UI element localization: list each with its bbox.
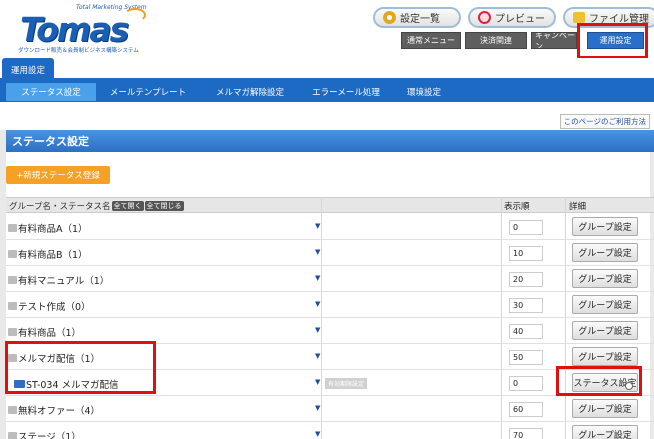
- expand-caret-icon[interactable]: ▼: [315, 404, 320, 412]
- table-header: グループ名・ステータス名 全て開く 全て閉じる 表示順 詳細: [6, 197, 654, 213]
- folder-icon: [8, 250, 17, 258]
- new-status-button[interactable]: +新規ステータス登録: [6, 166, 110, 184]
- folder-icon: [8, 302, 17, 310]
- group-name: テスト作成（0）: [18, 302, 91, 313]
- order-input[interactable]: 10: [509, 246, 543, 261]
- subnav-mail-template[interactable]: メールテンプレート: [100, 83, 196, 101]
- section-title: ステータス設定: [6, 130, 654, 152]
- campaign-button[interactable]: キャンペーン: [531, 32, 577, 49]
- collapse-all-button[interactable]: 全て閉じる: [144, 201, 184, 211]
- order-input[interactable]: 0: [509, 376, 543, 391]
- tab-operation-settings[interactable]: 運用設定: [2, 58, 54, 82]
- folder-icon: [8, 406, 17, 414]
- expand-caret-icon[interactable]: ▼: [315, 248, 320, 256]
- table-row: 無料オファー（4） ▼ 60 グループ設定: [6, 396, 654, 422]
- gear-icon: [383, 11, 396, 24]
- order-input[interactable]: 50: [509, 350, 543, 365]
- group-settings-button[interactable]: グループ設定: [572, 347, 638, 366]
- normal-menu-button[interactable]: 通常メニュー: [401, 32, 461, 49]
- sub-navigation: ステータス設定 メールテンプレート メルマガ解除設定 エラーメール処理 環境設定: [0, 82, 654, 102]
- order-input[interactable]: 20: [509, 272, 543, 287]
- expand-caret-icon[interactable]: ▼: [315, 300, 320, 308]
- table-row: ステージ（1） ▼ 70 グループ設定: [6, 422, 654, 439]
- group-name: 有料商品（1）: [18, 328, 82, 339]
- order-input[interactable]: 30: [509, 298, 543, 313]
- group-settings-button[interactable]: グループ設定: [572, 243, 638, 262]
- group-name: 無料オファー（4）: [18, 406, 101, 417]
- app-header: Total Marketing System Tomas ダウンロード販売＆会員…: [0, 0, 654, 59]
- group-settings-button[interactable]: グループ設定: [572, 217, 638, 236]
- status-tag: 有効期限設定: [325, 378, 368, 389]
- subnav-error-mail[interactable]: エラーメール処理: [304, 83, 388, 101]
- table-row: 有料商品A（1） ▼ 0 グループ設定: [6, 214, 654, 240]
- mouse-cursor-icon: [625, 382, 633, 390]
- group-settings-button[interactable]: グループ設定: [572, 399, 638, 418]
- group-name: 有料マニュアル（1）: [18, 276, 110, 287]
- folder-icon: [573, 12, 585, 23]
- order-input[interactable]: 0: [509, 220, 543, 235]
- preview-button[interactable]: プレビュー: [468, 7, 556, 28]
- help-area: このページのご利用方法: [0, 102, 654, 130]
- settings-list-button[interactable]: 設定一覧: [373, 7, 461, 28]
- table-row: 有料商品B（1） ▼ 10 グループ設定: [6, 240, 654, 266]
- payment-button[interactable]: 決済関連: [465, 32, 527, 49]
- expand-caret-icon[interactable]: ▼: [315, 274, 320, 282]
- folder-icon: [8, 328, 17, 336]
- group-name: 有料商品B（1）: [18, 250, 88, 261]
- folder-icon: [8, 276, 17, 284]
- expand-caret-icon[interactable]: ▼: [315, 352, 320, 360]
- logo-text: Tomas: [20, 10, 129, 49]
- logo-subtitle: ダウンロード販売＆会員制ビジネス構築システム: [18, 48, 139, 54]
- folder-icon: [8, 432, 17, 439]
- highlight-box: [556, 366, 642, 396]
- tab-bar: 運用設定: [0, 58, 654, 82]
- highlight-box: [577, 23, 648, 59]
- highlight-box: [5, 341, 156, 394]
- column-order-header: 表示順: [504, 202, 530, 212]
- expand-all-button[interactable]: 全て開く: [111, 201, 144, 211]
- column-detail-header: 詳細: [569, 202, 587, 212]
- folder-icon: [8, 224, 17, 232]
- column-name-header: グループ名・ステータス名 全て開く 全て閉じる: [9, 201, 184, 212]
- logo-swoosh-icon: [124, 8, 146, 22]
- group-name: ステージ（1）: [18, 432, 81, 439]
- search-icon: [478, 11, 491, 24]
- expand-caret-icon[interactable]: ▼: [315, 222, 320, 230]
- group-settings-button[interactable]: グループ設定: [572, 321, 638, 340]
- table-row: 有料マニュアル（1） ▼ 20 グループ設定: [6, 266, 654, 292]
- expand-caret-icon[interactable]: ▼: [315, 326, 320, 334]
- tomas-logo[interactable]: Total Marketing System Tomas ダウンロード販売＆会員…: [6, 4, 156, 54]
- subnav-environment[interactable]: 環境設定: [393, 83, 455, 101]
- group-name: 有料商品A（1）: [18, 224, 88, 235]
- order-input[interactable]: 40: [509, 324, 543, 339]
- table-row: テスト作成（0） ▼ 30 グループ設定: [6, 292, 654, 318]
- help-link[interactable]: このページのご利用方法: [559, 114, 650, 129]
- order-input[interactable]: 70: [509, 428, 543, 439]
- group-settings-button[interactable]: グループ設定: [572, 269, 638, 288]
- order-input[interactable]: 60: [509, 402, 543, 417]
- expand-caret-icon[interactable]: ▼: [315, 378, 320, 386]
- subnav-unsubscribe-settings[interactable]: メルマガ解除設定: [200, 83, 300, 101]
- group-settings-button[interactable]: グループ設定: [572, 425, 638, 439]
- expand-caret-icon[interactable]: ▼: [315, 430, 320, 438]
- group-settings-button[interactable]: グループ設定: [572, 295, 638, 314]
- subnav-status-settings[interactable]: ステータス設定: [6, 83, 96, 101]
